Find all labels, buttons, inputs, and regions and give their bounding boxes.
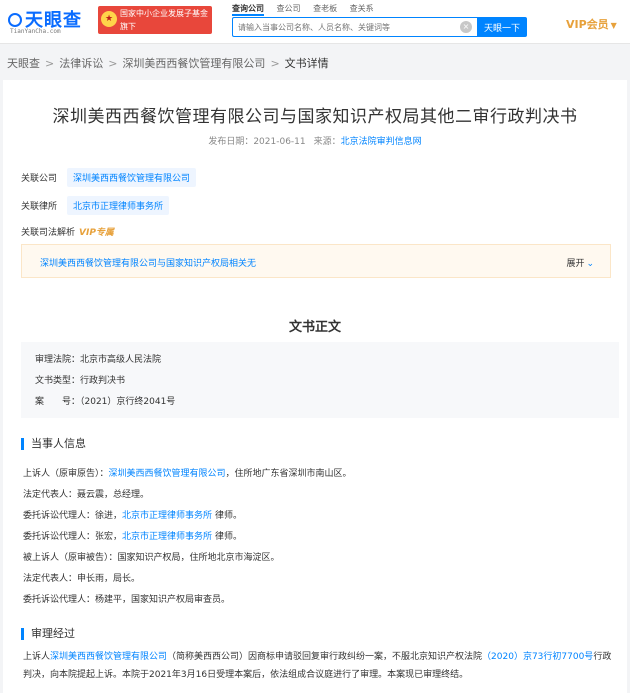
breadcrumb-separator: > bbox=[45, 57, 55, 70]
party-agent-2: 委托诉讼代理人：张宏，北京市正理律师事务所 律师。 bbox=[23, 532, 243, 542]
party-agent-3: 委托诉讼代理人：杨建平，国家知识产权局审查员。 bbox=[23, 595, 231, 605]
chevron-down-icon: ▼ bbox=[610, 21, 617, 30]
search-button[interactable]: 天眼一下 bbox=[477, 17, 527, 37]
breadcrumb-lawsuit[interactable]: 法律诉讼 bbox=[59, 57, 103, 70]
judicial-analysis-box: 深圳美西西餐饮管理有限公司与国家知识产权局相关无 展开 ⌄ bbox=[21, 244, 611, 278]
case-number-line: 案 号：（2021）京行终2041号 bbox=[35, 397, 176, 407]
breadcrumb-current: 文书详情 bbox=[284, 57, 329, 70]
related-lawfirm-tag[interactable]: 北京市正理律师事务所 bbox=[67, 196, 170, 215]
tab-boss[interactable]: 查老板 bbox=[313, 3, 337, 14]
case-reference-link[interactable]: （2020）京73行初7700号 bbox=[482, 652, 593, 662]
judicial-analysis-row: 关联司法解析 VIP专属 bbox=[21, 225, 114, 238]
process-paragraph: 上诉人深圳美西西餐饮管理有限公司（简称美西西公司）因商标申请驳回复审行政纠纷一案… bbox=[23, 652, 612, 680]
breadcrumb-home[interactable]: 天眼查 bbox=[7, 57, 40, 70]
process-heading: 审理经过 bbox=[21, 628, 75, 640]
case-info-box: 审理法院：北京市高级人民法院 文书类型：行政判决书 案 号：（2021）京行终2… bbox=[21, 342, 619, 418]
court-line: 审理法院：北京市高级人民法院 bbox=[35, 355, 162, 365]
body-title: 文书正文 bbox=[288, 320, 341, 335]
document-title: 深圳美西西餐饮管理有限公司与国家知识产权局其他二审行政判决书 bbox=[52, 107, 578, 127]
agent2-firm-link[interactable]: 北京市正理律师事务所 bbox=[122, 532, 212, 542]
top-header: 天眼查 TianYanCha.com ★ 国家中小企业发展子基金旗下 官方备案企… bbox=[0, 0, 630, 44]
judicial-analysis-label: 关联司法解析 bbox=[21, 228, 76, 238]
tab-relation[interactable]: 查关系 bbox=[350, 3, 374, 14]
document-meta: 发布日期：2021-06-11 来源：北京法院审判信息网 bbox=[208, 137, 422, 147]
medal-icon: ★ bbox=[101, 11, 117, 27]
publish-date: 2021-06-11 bbox=[253, 137, 306, 147]
vip-exclusive-badge: VIP专属 bbox=[79, 228, 114, 238]
tab-company[interactable]: 查公司 bbox=[277, 3, 301, 14]
source-link[interactable]: 北京法院审判信息网 bbox=[341, 137, 422, 147]
breadcrumb-separator: > bbox=[108, 57, 118, 70]
party-agent-1: 委托诉讼代理人：徐进，北京市正理律师事务所 律师。 bbox=[23, 511, 243, 521]
promo-banner[interactable]: ★ 国家中小企业发展子基金旗下 官方备案企业征信机构 bbox=[98, 6, 212, 44]
breadcrumb-company[interactable]: 深圳美西西餐饮管理有限公司 bbox=[122, 57, 265, 70]
doc-type-line: 文书类型：行政判决书 bbox=[35, 376, 126, 386]
search-box: × bbox=[232, 17, 477, 37]
chevron-down-icon: ⌄ bbox=[586, 259, 594, 269]
breadcrumb: 天眼查 > 法律诉讼 > 深圳美西西餐饮管理有限公司 > 文书详情 bbox=[7, 55, 329, 71]
related-company-label: 关联公司 bbox=[21, 174, 58, 184]
expand-button[interactable]: 展开 ⌄ bbox=[566, 256, 594, 269]
judicial-analysis-item[interactable]: 深圳美西西餐饮管理有限公司与国家知识产权局相关无 bbox=[40, 256, 256, 269]
promo-line1: 国家中小企业发展子基金旗下 bbox=[120, 9, 208, 31]
eye-logo-icon bbox=[8, 13, 22, 27]
party-legal-rep-2: 法定代表人：申长雨，局长。 bbox=[23, 574, 141, 584]
related-lawfirm-label: 关联律所 bbox=[21, 202, 58, 212]
document-card: 深圳美西西餐饮管理有限公司与国家知识产权局其他二审行政判决书 发布日期：2021… bbox=[3, 80, 627, 693]
party-appellee: 被上诉人（原审被告）：国家知识产权局，住所地北京市海淀区。 bbox=[23, 553, 280, 563]
parties-heading: 当事人信息 bbox=[21, 438, 86, 450]
logo[interactable]: 天眼查 TianYanCha.com bbox=[8, 6, 92, 36]
related-company-tag[interactable]: 深圳美西西餐饮管理有限公司 bbox=[67, 168, 197, 187]
tab-search-company[interactable]: 查询公司 bbox=[232, 3, 264, 16]
search-tabs: 查询公司 查公司 查老板 查关系 bbox=[232, 3, 384, 16]
appellant-link[interactable]: 深圳美西西餐饮管理有限公司 bbox=[109, 469, 226, 479]
vip-menu[interactable]: VIP会员 ▼ bbox=[566, 16, 617, 32]
related-company-row: 关联公司 深圳美西西餐饮管理有限公司 bbox=[21, 168, 197, 187]
search-input[interactable] bbox=[233, 18, 453, 36]
party-appellant: 上诉人（原审原告）：深圳美西西餐饮管理有限公司，住所地广东省深圳市南山区。 bbox=[23, 469, 352, 479]
promo-line2: 官方备案企业征信机构 bbox=[120, 35, 200, 44]
logo-subtext: TianYanCha.com bbox=[10, 28, 61, 35]
party-legal-rep: 法定代表人：聂云震，总经理。 bbox=[23, 490, 150, 500]
process-company-link[interactable]: 深圳美西西餐饮管理有限公司 bbox=[50, 652, 167, 662]
related-lawfirm-row: 关联律所 北京市正理律师事务所 bbox=[21, 196, 170, 215]
clear-icon[interactable]: × bbox=[460, 21, 472, 33]
agent1-firm-link[interactable]: 北京市正理律师事务所 bbox=[122, 511, 212, 521]
breadcrumb-separator: > bbox=[270, 57, 280, 70]
